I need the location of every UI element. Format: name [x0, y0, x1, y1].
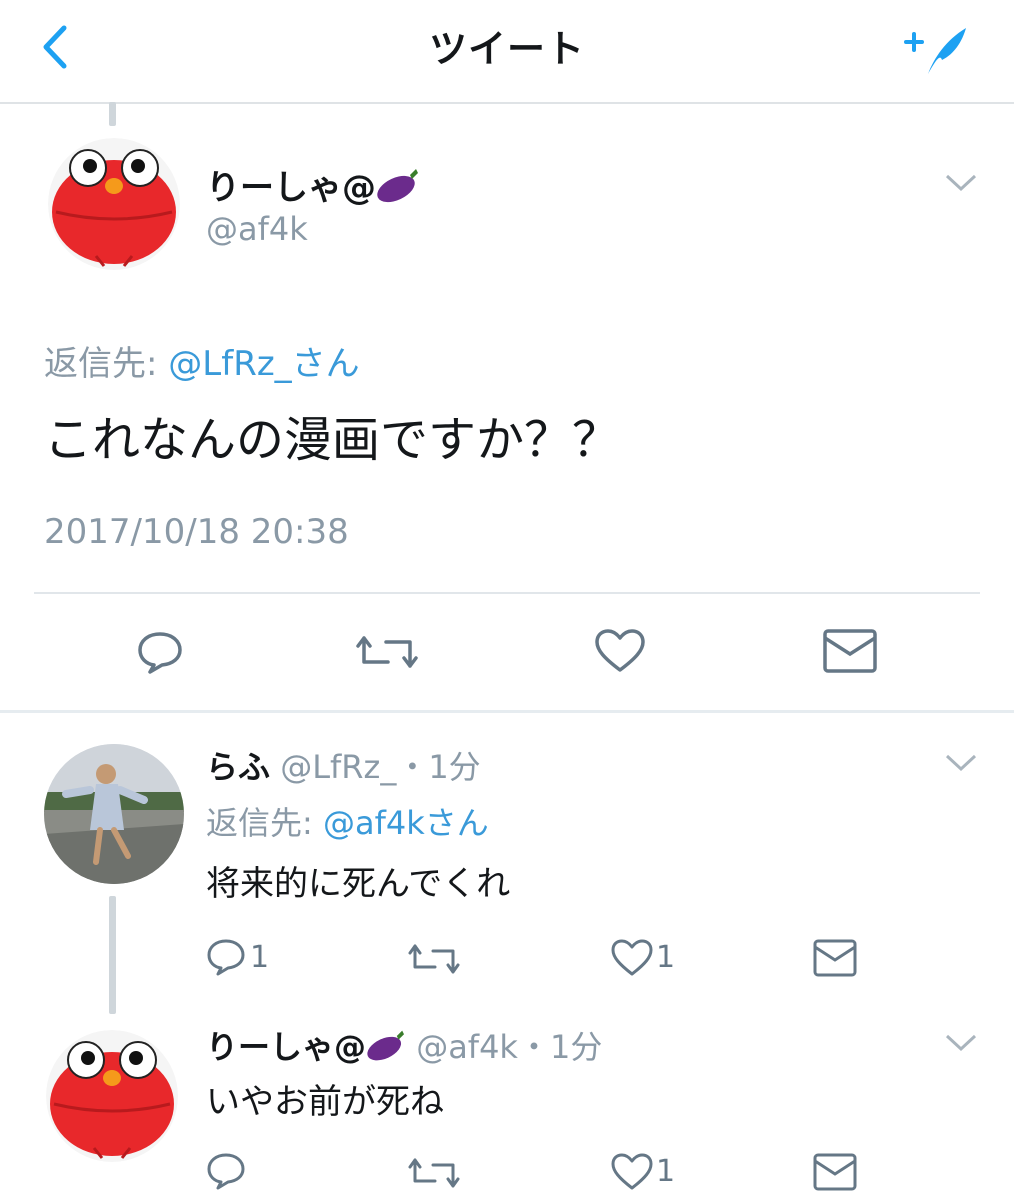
retweet-icon[interactable]: [356, 630, 418, 678]
compose-tweet-icon[interactable]: [900, 20, 972, 80]
display-name-text: りーしゃ@: [206, 1028, 367, 1066]
thread-line: [109, 896, 116, 1014]
envelope-icon[interactable]: [822, 628, 878, 678]
tweet-text: いやお前が死ね: [206, 1082, 444, 1122]
reply-prefix: 返信先:: [206, 804, 313, 842]
reply-header: らふ @LfRz_・1分: [206, 742, 481, 788]
retweet-icon[interactable]: [408, 1154, 460, 1196]
display-name[interactable]: りーしゃ@: [206, 160, 420, 209]
reply-context: 返信先: @LfRz_さん: [44, 336, 360, 385]
reply-prefix: 返信先:: [44, 344, 158, 384]
reply-header: りーしゃ@ @af4k・1分: [206, 1022, 602, 1068]
thread-line: [109, 102, 116, 126]
chevron-down-icon[interactable]: [944, 1032, 978, 1054]
display-name-text: りーしゃ@: [206, 168, 376, 208]
chevron-down-icon[interactable]: [944, 752, 978, 774]
chevron-down-icon[interactable]: [944, 172, 978, 194]
reply-icon[interactable]: [136, 630, 184, 678]
tweet-text: これなんの漫画ですか？？: [44, 412, 621, 468]
timestamp: 2017/10/18 20:38: [44, 512, 349, 552]
like-count: 1: [656, 940, 676, 975]
reply-to-link[interactable]: @af4kさん: [323, 804, 489, 842]
reply-icon[interactable]: [206, 1152, 246, 1194]
divider: [34, 592, 980, 594]
display-name[interactable]: りーしゃ@: [206, 1028, 406, 1066]
section-divider: [0, 710, 1014, 713]
eggplant-icon: [376, 168, 420, 208]
avatar[interactable]: [44, 744, 184, 884]
reply-icon[interactable]: [206, 938, 246, 980]
retweet-icon[interactable]: [408, 940, 460, 982]
reply-to-link[interactable]: @LfRz_さん: [168, 344, 359, 384]
envelope-icon[interactable]: [812, 1152, 858, 1196]
handle-time[interactable]: @af4k・1分: [416, 1028, 602, 1066]
reply-count: 1: [250, 940, 270, 975]
avatar[interactable]: [46, 1030, 178, 1162]
heart-icon[interactable]: [610, 938, 654, 982]
handle-time[interactable]: @LfRz_・1分: [280, 748, 481, 786]
eggplant-icon: [366, 1028, 406, 1066]
display-name[interactable]: らふ: [206, 748, 270, 786]
page-title: ツイート: [428, 27, 585, 71]
heart-icon[interactable]: [594, 628, 646, 678]
reply-context: 返信先: @af4kさん: [206, 798, 489, 844]
handle[interactable]: @af4k: [206, 210, 308, 248]
envelope-icon[interactable]: [812, 938, 858, 982]
heart-icon[interactable]: [610, 1152, 654, 1196]
tweet-text: 将来的に死んでくれ: [206, 864, 511, 904]
top-navigation-bar: ツイート: [0, 0, 1014, 104]
like-count: 1: [656, 1154, 676, 1189]
avatar[interactable]: [48, 138, 180, 270]
